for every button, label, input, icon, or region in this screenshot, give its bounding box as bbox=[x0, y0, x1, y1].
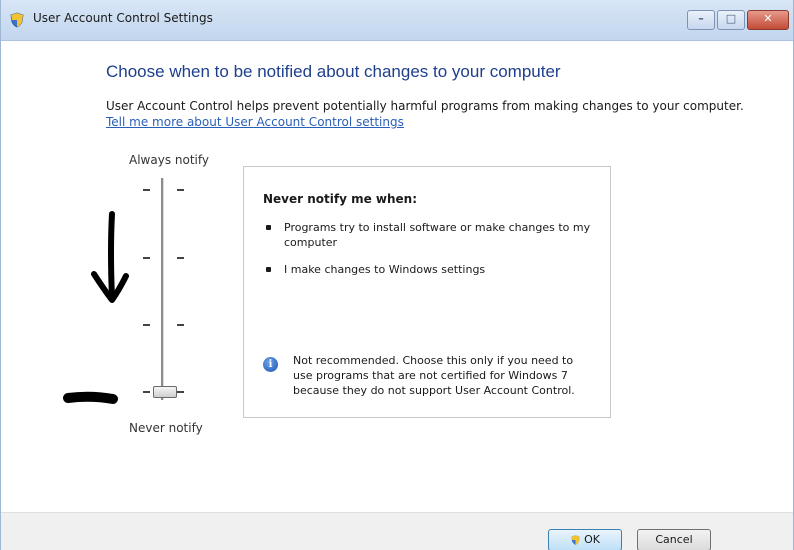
bullet-text: I make changes to Windows settings bbox=[284, 263, 486, 276]
minimize-icon: – bbox=[698, 12, 704, 25]
tell-me-more-link[interactable]: Tell me more about User Account Control … bbox=[106, 115, 404, 129]
ok-button[interactable]: OK bbox=[548, 529, 622, 550]
slider-tick bbox=[177, 257, 184, 259]
cancel-button[interactable]: Cancel bbox=[637, 529, 711, 550]
window-title: User Account Control Settings bbox=[33, 11, 213, 25]
slider-tick bbox=[143, 391, 150, 393]
list-item: Programs try to install software or make… bbox=[262, 220, 592, 250]
list-item: I make changes to Windows settings bbox=[262, 262, 592, 277]
uac-settings-window: User Account Control Settings – □ ✕ Choo… bbox=[0, 0, 794, 550]
minimize-button[interactable]: – bbox=[687, 10, 715, 30]
level-description-box: Never notify me when: Programs try to in… bbox=[243, 166, 611, 418]
bullet-text: Programs try to install software or make… bbox=[284, 221, 591, 249]
hand-drawn-dash-icon bbox=[63, 391, 118, 404]
slider-track[interactable] bbox=[161, 178, 164, 400]
window-controls: – □ ✕ bbox=[685, 10, 789, 30]
info-bullet-list: Programs try to install software or make… bbox=[262, 220, 592, 289]
page-description: User Account Control helps prevent poten… bbox=[106, 99, 744, 113]
maximize-icon: □ bbox=[725, 12, 737, 25]
title-bar[interactable]: User Account Control Settings – □ ✕ bbox=[1, 0, 793, 41]
slider-thumb[interactable] bbox=[153, 386, 177, 398]
info-icon: i bbox=[263, 357, 278, 372]
slider-tick bbox=[143, 189, 150, 191]
cancel-label: Cancel bbox=[655, 533, 693, 546]
slider-tick bbox=[177, 189, 184, 191]
hand-drawn-arrow-icon bbox=[91, 211, 129, 303]
dialog-footer: OK Cancel bbox=[1, 512, 793, 550]
uac-shield-icon bbox=[10, 12, 24, 28]
uac-shield-icon bbox=[571, 535, 580, 545]
maximize-button[interactable]: □ bbox=[717, 10, 745, 30]
slider-tick bbox=[143, 257, 150, 259]
slider-tick bbox=[143, 324, 150, 326]
ok-label: OK bbox=[584, 533, 600, 546]
close-icon: ✕ bbox=[763, 12, 773, 25]
page-heading: Choose when to be notified about changes… bbox=[106, 62, 561, 81]
info-note: Not recommended. Choose this only if you… bbox=[293, 354, 575, 397]
close-button[interactable]: ✕ bbox=[747, 10, 789, 30]
slider-tick bbox=[177, 324, 184, 326]
slider-top-label: Always notify bbox=[129, 153, 209, 167]
slider-tick bbox=[177, 391, 184, 393]
bullet-icon bbox=[266, 225, 271, 230]
bullet-icon bbox=[266, 267, 271, 272]
slider-bottom-label: Never notify bbox=[129, 421, 203, 435]
info-title: Never notify me when: bbox=[263, 192, 418, 206]
